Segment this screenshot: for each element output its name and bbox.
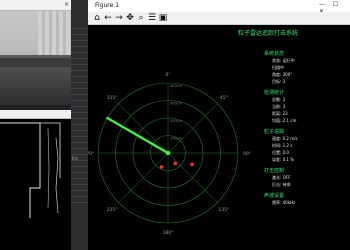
close-icon[interactable]: × [64,1,69,8]
panel-section-header: 打击控制 [264,168,285,174]
camera-titlebar[interactable] [0,0,71,11]
panel-item: 激光: OFF [272,175,291,180]
panel-section-header: 系统状态 [264,51,285,57]
panel-section-header: 粒子追踪 [264,129,285,135]
panel-item: 时间: 1.2 s [272,143,293,148]
panel-item: 均值: 2.1 cm [272,118,297,123]
target-dot [190,162,194,167]
range-label: 300cm [170,102,183,106]
angle-label: 45° [220,95,228,101]
edge-lines [0,122,61,218]
panel-section-header: 检测统计 [264,90,285,96]
angle-label: 0° [165,72,170,78]
azimuth-line [167,152,218,203]
panel-item: 位置: 0.0 [272,150,289,155]
range-label: 400cm [170,84,183,88]
radar-center [165,150,171,156]
range-label: 200cm [170,119,183,123]
panel-item: 总数: 3 [272,97,286,102]
zoom-icon[interactable]: ⌕ [136,13,146,23]
panel-item: 状态: 运行中 [272,58,295,63]
panel-section-header: 声波设置 [264,193,285,199]
angle-label: 135° [218,207,229,213]
editor-tab[interactable]: Kin [72,156,78,161]
figure-title: Figure 1 [95,2,120,9]
panel-item: 角度: 300° [272,72,293,77]
configure-icon[interactable]: ☰ [147,13,157,23]
angle-label: 315° [107,95,118,101]
angle-label: 225° [107,207,118,213]
panel-item: 打击: 待命 [272,182,291,187]
angle-label: 180° [163,230,174,236]
azimuth-line [167,103,218,154]
back-arrow-icon[interactable]: ← [103,13,113,23]
sweep-line [106,116,170,155]
save-icon[interactable]: ▣ [158,13,168,23]
panel-item: 距离: 23 [272,111,288,116]
angle-label: 270° [88,151,94,157]
code-lines [71,28,88,208]
panel-item: 频率: 40kHz [272,200,296,205]
target-dot [159,165,164,169]
range-label: 100cm [170,137,183,141]
home-icon[interactable]: ⌂ [92,13,102,23]
panel-item: 扫描中 [272,65,284,70]
camera-band [0,58,71,67]
info-panel: 系统状态 状态: 运行中 扫描中角度: 300° 目标: 3 检测统计 总数: 3 当前: … [264,48,350,250]
target-dot [173,161,178,166]
pan-icon[interactable]: ✥ [125,13,135,23]
panel-item: 当前: 3 [272,104,286,109]
angle-label: 90° [243,151,251,157]
panel-item: 误差: 0.1 % [272,157,295,162]
azimuth-line [118,152,169,203]
panel-item: 速度: 0.2 m/s [272,136,298,141]
forward-arrow-icon[interactable]: → [114,13,124,23]
panel-item: 目标: 3 [272,79,286,84]
